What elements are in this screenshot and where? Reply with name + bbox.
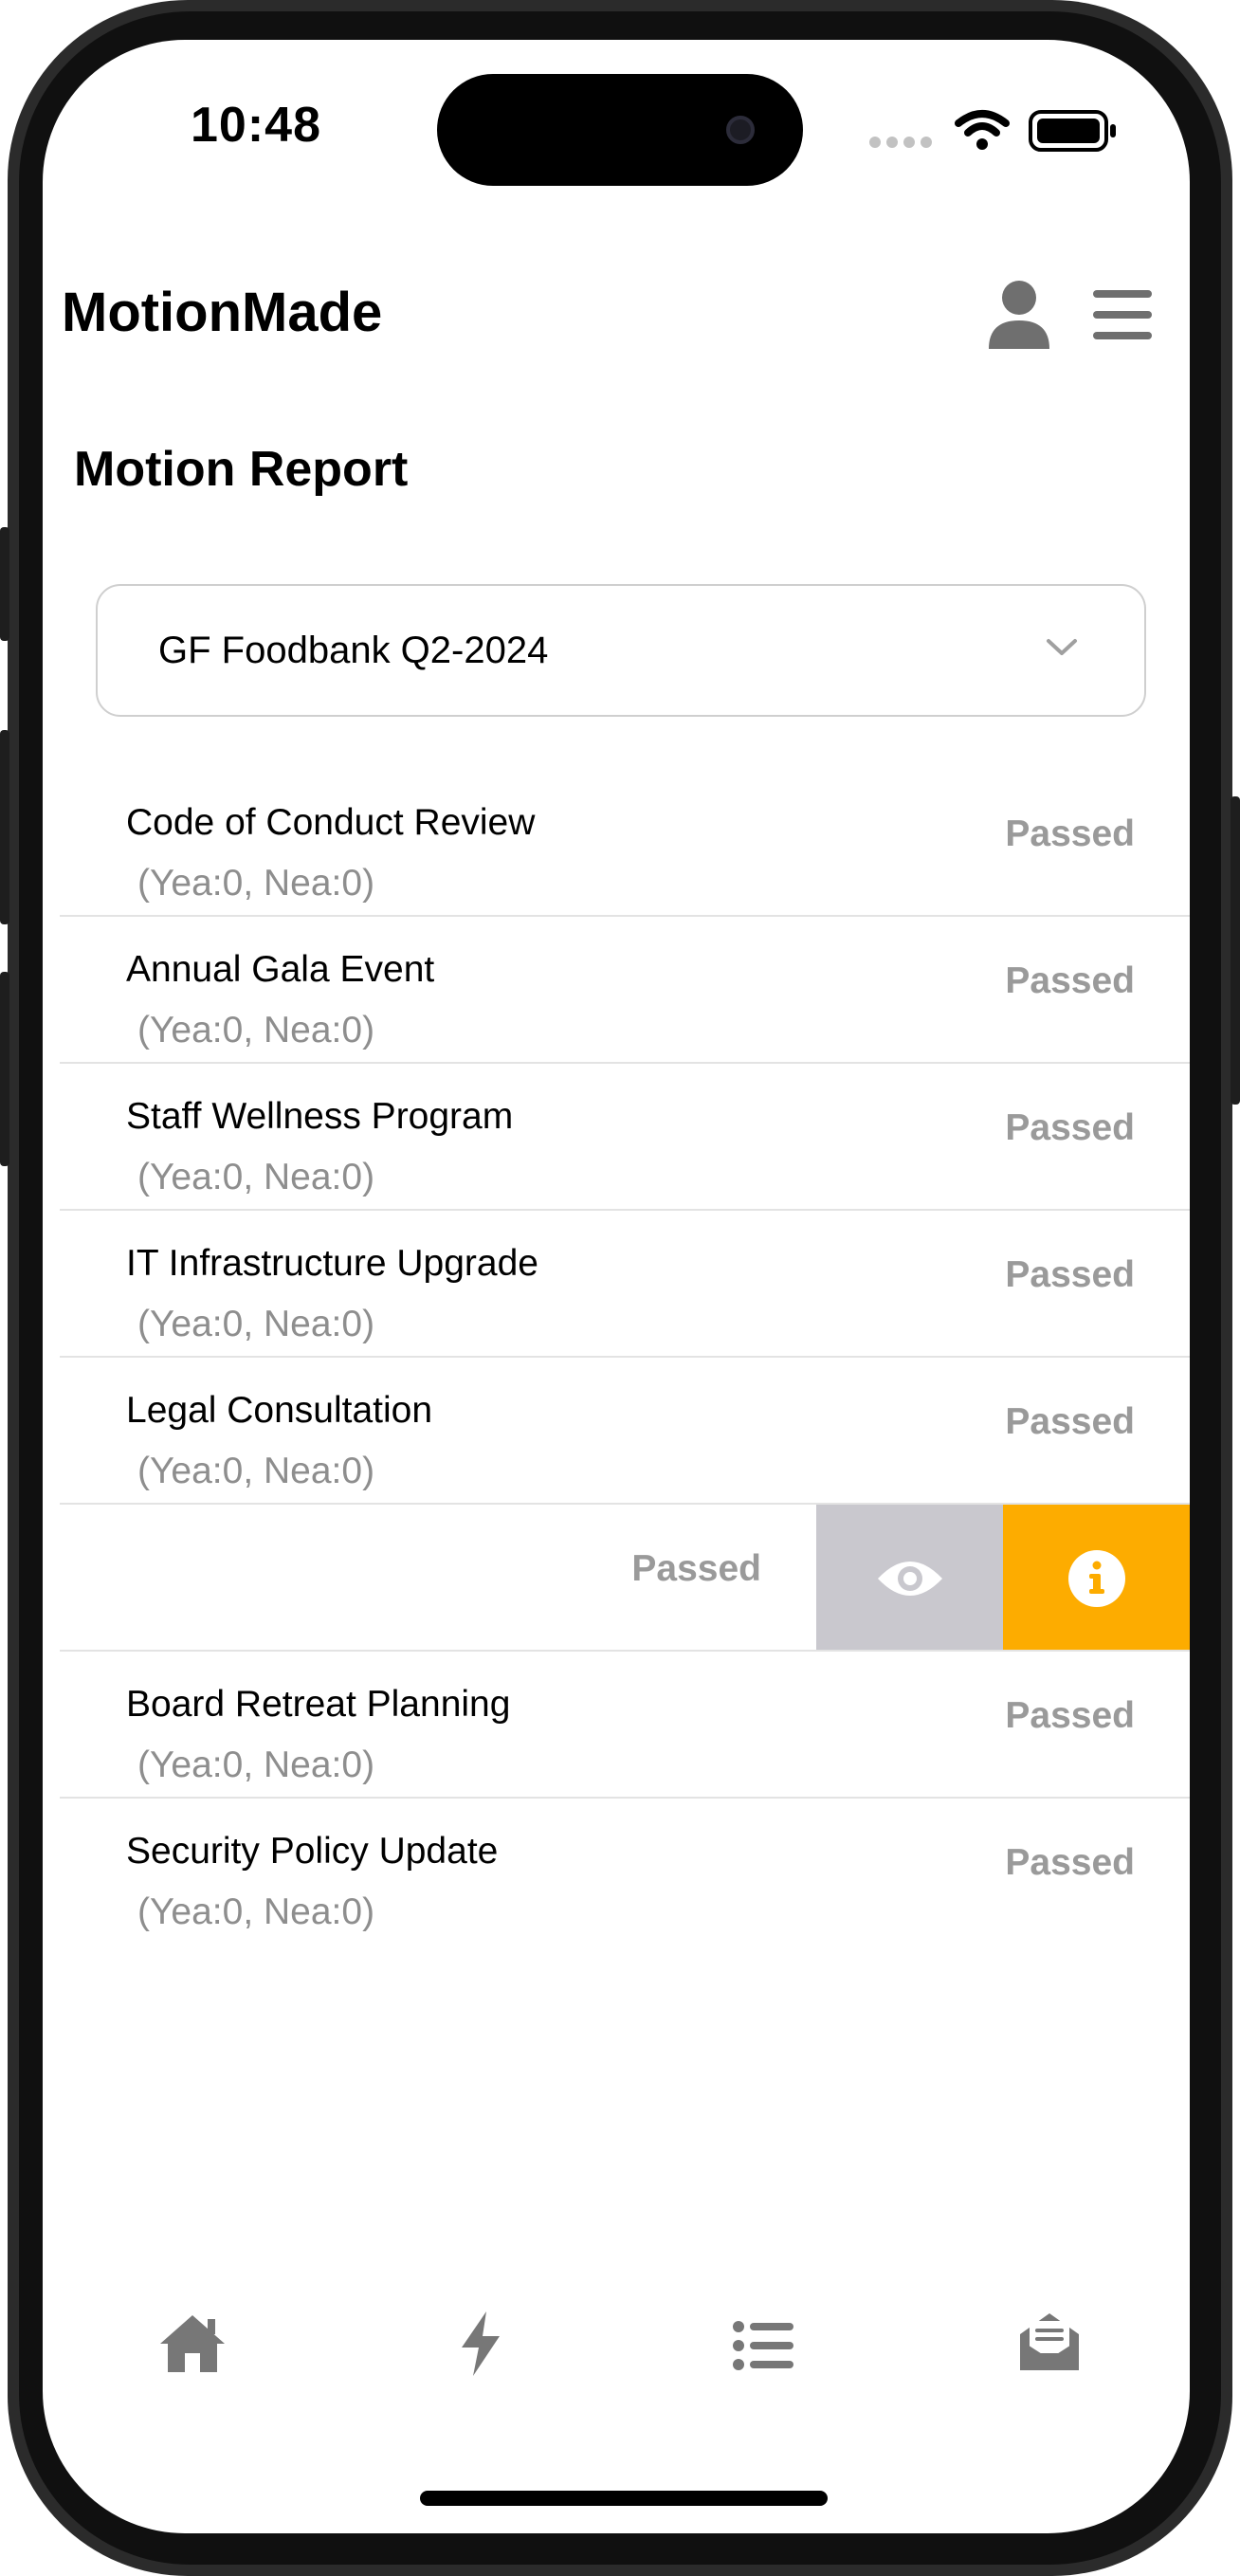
power-button [1231, 796, 1240, 1105]
motion-status: Passed [1005, 960, 1135, 1001]
screen-content: 10:48 MotionMade Motion Report GF Foodba… [43, 40, 1190, 2533]
motion-title: Security Policy Update [126, 1831, 499, 1872]
list-item[interactable]: Board Retreat Planning (Yea:0, Nea:0) Pa… [60, 1652, 1190, 1799]
view-motion-button[interactable] [816, 1505, 1003, 1650]
motion-title: Staff Wellness Program [126, 1096, 514, 1137]
action-button [0, 527, 9, 641]
envelope-icon[interactable] [1018, 2308, 1081, 2372]
list-item-content: Security Policy Update (Yea:0, Nea:0) Pa… [60, 1799, 1190, 1946]
list-item-content: IT Infrastructure Upgrade (Yea:0, Nea:0)… [60, 1211, 1190, 1356]
list-item-swiped[interactable]: reach Passed [60, 1505, 1190, 1652]
wifi-icon [955, 110, 1010, 150]
motion-votes: (Yea:0, Nea:0) [137, 1304, 375, 1344]
page-title: Motion Report [74, 442, 409, 497]
phone-screen: 10:48 MotionMade Motion Report GF Foodba… [43, 40, 1190, 2533]
chevron-down-icon [1047, 639, 1077, 655]
motion-info-button[interactable] [1003, 1505, 1190, 1650]
volume-up-button [0, 730, 9, 924]
motion-votes: (Yea:0, Nea:0) [137, 863, 375, 904]
motion-votes: (Yea:0, Nea:0) [137, 1451, 375, 1491]
motion-status: Passed [1005, 1842, 1135, 1883]
app-title: MotionMade [62, 282, 383, 343]
motion-title: Board Retreat Planning [126, 1684, 511, 1725]
list-item-content: Code of Conduct Review (Yea:0, Nea:0) Pa… [60, 770, 1190, 915]
list-item-content: Legal Consultation (Yea:0, Nea:0) Passed [60, 1358, 1190, 1503]
list-item-content: Board Retreat Planning (Yea:0, Nea:0) Pa… [60, 1652, 1190, 1797]
volume-down-button [0, 972, 9, 1166]
motion-votes: (Yea:0, Nea:0) [137, 1157, 375, 1197]
motion-votes: (Yea:0, Nea:0) [137, 1745, 375, 1785]
menu-icon[interactable] [1093, 288, 1152, 341]
list-item[interactable]: Code of Conduct Review (Yea:0, Nea:0) Pa… [60, 770, 1190, 917]
list-icon[interactable] [733, 2321, 793, 2370]
battery-icon [1029, 110, 1116, 152]
motion-title: Annual Gala Event [126, 949, 435, 990]
list-item-content: Annual Gala Event (Yea:0, Nea:0) Passed [60, 917, 1190, 1062]
motion-status: Passed [1005, 813, 1135, 854]
cellular-icon [869, 137, 932, 148]
motion-title: IT Infrastructure Upgrade [126, 1243, 538, 1284]
home-icon[interactable] [158, 2313, 227, 2374]
list-item[interactable]: Security Policy Update (Yea:0, Nea:0) Pa… [60, 1799, 1190, 1946]
motion-list: Code of Conduct Review (Yea:0, Nea:0) Pa… [60, 770, 1190, 1946]
meeting-select-value: GF Foodbank Q2-2024 [158, 629, 549, 671]
motion-votes: (Yea:0, Nea:0) [137, 1891, 375, 1932]
meeting-select[interactable]: GF Foodbank Q2-2024 [96, 584, 1146, 717]
home-indicator[interactable] [420, 2491, 828, 2506]
list-item[interactable]: Staff Wellness Program (Yea:0, Nea:0) Pa… [60, 1064, 1190, 1211]
motion-status: Passed [1005, 1254, 1135, 1295]
motion-status: Passed [1005, 1107, 1135, 1148]
camera-icon [726, 116, 755, 144]
dynamic-island [437, 74, 803, 186]
status-icons [869, 110, 1116, 152]
motion-status: Passed [1005, 1401, 1135, 1442]
motion-status: Passed [631, 1548, 761, 1589]
list-item-content: reach Passed [60, 1505, 816, 1650]
list-item[interactable]: IT Infrastructure Upgrade (Yea:0, Nea:0)… [60, 1211, 1190, 1358]
info-icon [1067, 1549, 1125, 1607]
list-item[interactable]: Annual Gala Event (Yea:0, Nea:0) Passed [60, 917, 1190, 1064]
bolt-icon[interactable] [456, 2311, 505, 2376]
motion-votes: (Yea:0, Nea:0) [137, 1010, 375, 1050]
motion-status: Passed [1005, 1695, 1135, 1736]
status-time: 10:48 [191, 98, 321, 153]
eye-icon [877, 1561, 942, 1596]
list-item[interactable]: Legal Consultation (Yea:0, Nea:0) Passed [60, 1358, 1190, 1505]
motion-title: Legal Consultation [126, 1390, 433, 1431]
user-icon[interactable] [989, 281, 1049, 349]
motion-title: Code of Conduct Review [126, 802, 536, 843]
list-item-content: Staff Wellness Program (Yea:0, Nea:0) Pa… [60, 1064, 1190, 1209]
